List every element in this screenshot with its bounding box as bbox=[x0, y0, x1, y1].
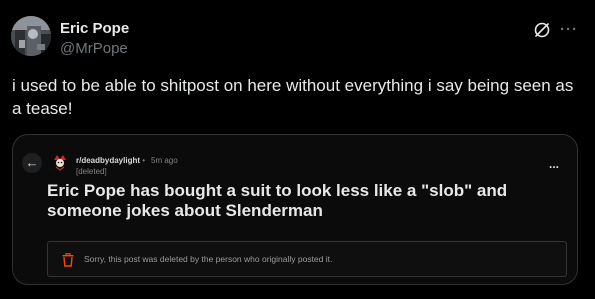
author-name[interactable]: Eric Pope bbox=[60, 20, 129, 37]
subreddit-link[interactable]: r/deadbydaylight bbox=[76, 156, 140, 165]
author-handle[interactable]: @MrPope bbox=[60, 40, 128, 57]
tweet[interactable]: Eric Pope @MrPope ··· i used to be able … bbox=[0, 0, 595, 299]
deleted-notice: Sorry, this post was deleted by the pers… bbox=[47, 241, 567, 277]
separator-dot: • bbox=[142, 156, 146, 165]
deleted-notice-text: Sorry, this post was deleted by the pers… bbox=[84, 254, 333, 264]
grok-icon[interactable] bbox=[532, 20, 552, 40]
post-title[interactable]: Eric Pope has bought a suit to look less… bbox=[47, 181, 567, 221]
subreddit-avatar-icon bbox=[49, 151, 71, 173]
post-time: 5m ago bbox=[151, 156, 178, 165]
tweet-text: i used to be able to shitpost on here wi… bbox=[12, 76, 574, 118]
post-author: [deleted] bbox=[76, 167, 107, 176]
reddit-embed-card[interactable]: ← r/deadbydaylight • 5m ago [deleted] ..… bbox=[12, 134, 578, 285]
avatar[interactable] bbox=[11, 16, 51, 56]
trash-icon bbox=[62, 252, 74, 267]
back-arrow-icon[interactable]: ← bbox=[22, 153, 42, 173]
card-more-icon[interactable]: ... bbox=[549, 157, 559, 171]
subreddit-name[interactable]: r/deadbydaylight • bbox=[76, 156, 145, 165]
more-icon[interactable]: ··· bbox=[558, 20, 580, 40]
